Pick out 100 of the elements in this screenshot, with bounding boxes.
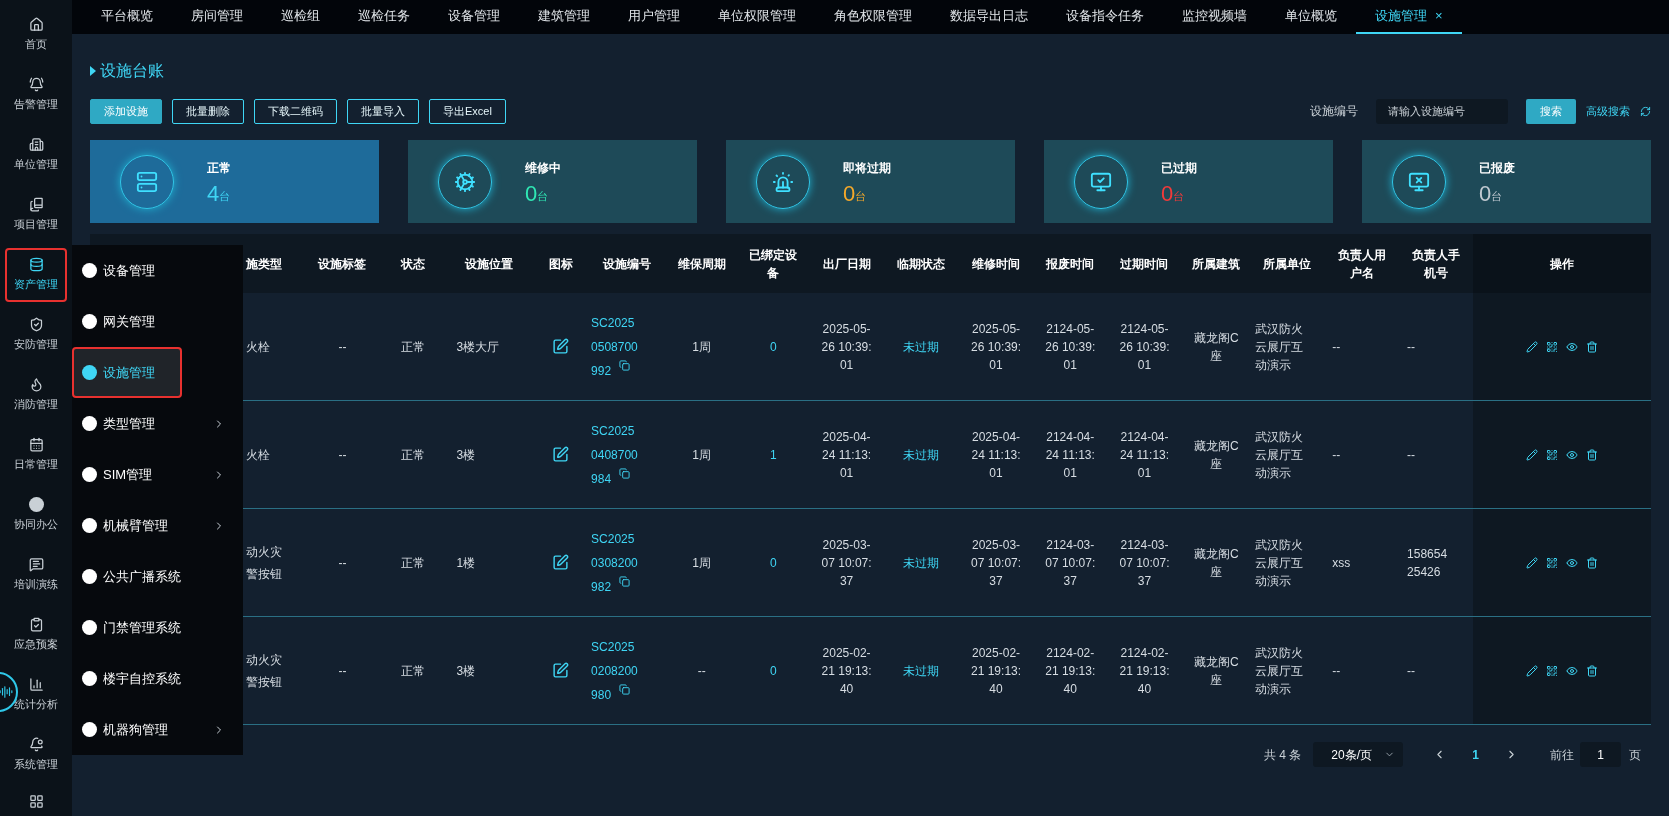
goto-page-field[interactable]: 1 (1580, 742, 1621, 767)
stat-card[interactable]: 即将过期 0台 (726, 140, 1015, 223)
table-cell-text: -- (1331, 662, 1341, 680)
sidebar-item[interactable]: 统计分析 (5, 668, 67, 722)
delete-icon[interactable] (1585, 664, 1598, 677)
view-icon[interactable] (1565, 448, 1578, 461)
tab[interactable]: 平台概览 (82, 0, 172, 34)
submenu-item[interactable]: 网关管理 (72, 296, 243, 347)
menu-icon (28, 317, 44, 333)
copy-icon[interactable] (619, 360, 631, 371)
submenu-item[interactable]: 楼宇自控系统 (72, 653, 243, 704)
toolbar-button[interactable]: 导出Excel (429, 98, 506, 124)
qr-code-icon[interactable] (1545, 556, 1558, 569)
sidebar-item[interactable]: 项目管理 (5, 188, 67, 242)
table-cell-text: xss (1331, 554, 1351, 572)
page-number[interactable]: 1 (1458, 745, 1493, 764)
table-cell-text: 1 (770, 446, 777, 464)
toolbar-button[interactable]: 批量删除 (172, 98, 244, 124)
sidebar-item[interactable]: 日常管理 (5, 428, 67, 482)
sidebar-item[interactable]: 单位管理 (5, 128, 67, 182)
view-icon[interactable] (1565, 340, 1578, 353)
tab[interactable]: 单位权限管理 (699, 0, 815, 34)
tab[interactable]: 用户管理 (609, 0, 699, 34)
edit-note-icon[interactable] (552, 554, 570, 571)
device-code[interactable]: SC20250508700992 (591, 310, 642, 383)
view-icon[interactable] (1565, 664, 1578, 677)
edit-icon[interactable] (1525, 556, 1538, 569)
copy-icon[interactable] (619, 684, 631, 695)
toolbar-button[interactable]: 下载二维码 (254, 98, 337, 124)
edit-note-icon[interactable] (552, 338, 570, 355)
submenu-item[interactable]: 机械臂管理 (72, 500, 243, 551)
edit-icon[interactable] (1525, 448, 1538, 461)
sidebar-item[interactable]: 协同办公 (5, 488, 67, 542)
tab[interactable]: 单位概览 (1266, 0, 1356, 34)
tab[interactable]: 设备管理 (429, 0, 519, 34)
close-button[interactable]: × (1435, 6, 1443, 26)
column-header: 出厂日期 (822, 255, 871, 273)
tab[interactable]: 角色权限管理 (815, 0, 931, 34)
device-code[interactable]: SC20250208200980 (591, 634, 642, 707)
stat-value: 0 (525, 182, 538, 205)
sidebar-item[interactable]: 资产管理 (5, 248, 67, 302)
tab[interactable]: 房间管理 (172, 0, 262, 34)
toolbar-button[interactable]: 批量导入 (347, 98, 419, 124)
sidebar-item[interactable]: 应急预案 (5, 608, 67, 662)
sidebar-item[interactable]: 首页 (5, 8, 67, 62)
table-cell-text: 2124-03-07 10:07:37 (1044, 536, 1097, 590)
copy-icon[interactable] (619, 576, 631, 587)
edit-icon[interactable] (1525, 340, 1538, 353)
stat-card[interactable]: 已报废 0台 (1362, 140, 1651, 223)
menu-icon (28, 137, 44, 153)
sidebar-item[interactable]: 安防管理 (5, 308, 67, 362)
tab[interactable]: 数据导出日志 (931, 0, 1047, 34)
sidebar-item[interactable]: 告警管理 (5, 68, 67, 122)
search-field[interactable]: 请输入设施编号 (1376, 98, 1508, 124)
stat-card[interactable]: 正常 4台 (90, 140, 379, 223)
stat-label: 正常 (207, 159, 231, 177)
view-icon[interactable] (1565, 556, 1578, 569)
submenu-item[interactable]: 设施管理 (72, 347, 182, 398)
refresh-icon[interactable] (1640, 105, 1651, 117)
sidebar-item[interactable]: 培训演练 (5, 548, 67, 602)
submenu-item[interactable]: 门禁管理系统 (72, 602, 243, 653)
table-cell-text: -- (1406, 446, 1417, 464)
copy-icon[interactable] (619, 468, 631, 479)
qr-code-icon[interactable] (1545, 340, 1558, 353)
delete-icon[interactable] (1585, 448, 1598, 461)
stat-card[interactable]: 维修中 0台 (408, 140, 697, 223)
table-cell-text: 2025-05-26 10:39:01 (820, 320, 873, 374)
stat-label: 即将过期 (843, 159, 891, 177)
advanced-search-link[interactable]: 高级搜索 (1586, 102, 1630, 120)
edit-note-icon[interactable] (552, 662, 570, 679)
tab[interactable]: 巡检任务 (339, 0, 429, 34)
stat-unit: 台 (855, 190, 867, 204)
table-cell-text: 武汉防火云展厅互动演示 (1254, 428, 1304, 482)
edit-note-icon[interactable] (552, 446, 570, 463)
tab[interactable]: 监控视频墙 (1163, 0, 1266, 34)
table-cell-text: 1楼 (455, 554, 476, 572)
submenu-item[interactable]: SIM管理 (72, 449, 243, 500)
tab[interactable]: 建筑管理 (519, 0, 609, 34)
submenu-item[interactable]: 机器狗管理 (72, 704, 243, 755)
sidebar-item[interactable]: 系统管理 (5, 728, 67, 782)
page-size-select[interactable]: 20条/页 (1313, 742, 1404, 767)
delete-icon[interactable] (1585, 340, 1598, 353)
device-code[interactable]: SC20250408700984 (591, 418, 642, 491)
submenu-item[interactable]: 公共广播系统 (72, 551, 243, 602)
qr-code-icon[interactable] (1545, 448, 1558, 461)
table-cell-text: 2124-02-21 19:13:40 (1044, 644, 1097, 698)
menu-icon (28, 377, 44, 393)
edit-icon[interactable] (1525, 664, 1538, 677)
tab[interactable]: 设备指令任务 (1047, 0, 1163, 34)
submenu-item[interactable]: 类型管理 (72, 398, 243, 449)
delete-icon[interactable] (1585, 556, 1598, 569)
table-cell-text: 2124-03-07 10:07:37 (1118, 536, 1171, 590)
stat-card[interactable]: 已过期 0台 (1044, 140, 1333, 223)
tab[interactable]: 设施管理 × (1356, 0, 1462, 34)
sidebar-item[interactable]: 消防管理 (5, 368, 67, 422)
tab[interactable]: 巡检组 (262, 0, 339, 34)
qr-code-icon[interactable] (1545, 664, 1558, 677)
menu-icon (28, 77, 44, 93)
submenu-item[interactable]: 设备管理 (72, 245, 243, 296)
device-code[interactable]: SC20250308200982 (591, 526, 642, 599)
